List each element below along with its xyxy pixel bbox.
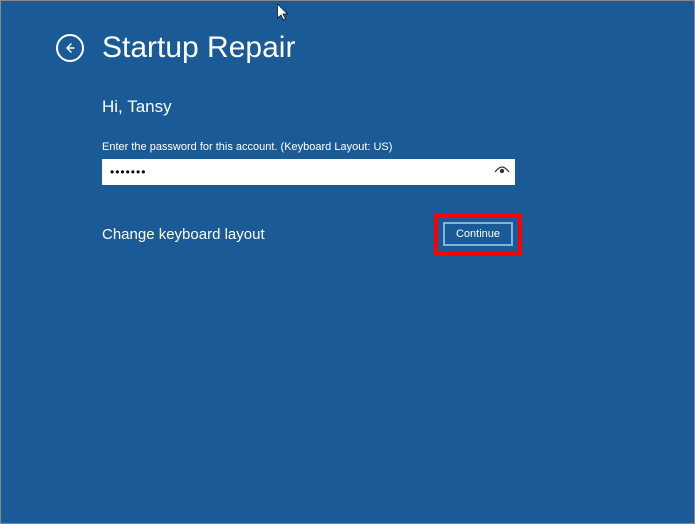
- password-input[interactable]: [102, 159, 489, 185]
- highlight-annotation: Continue: [434, 213, 522, 255]
- back-button[interactable]: [56, 34, 84, 62]
- password-instruction: Enter the password for this account. (Ke…: [102, 141, 694, 153]
- eye-icon: [494, 166, 510, 178]
- page-title: Startup Repair: [102, 31, 295, 65]
- back-arrow-icon: [64, 42, 76, 54]
- header: Startup Repair: [56, 31, 694, 65]
- password-field-container: [102, 159, 515, 185]
- reveal-password-button[interactable]: [489, 159, 515, 185]
- greeting-text: Hi, Tansy: [102, 97, 694, 117]
- change-keyboard-layout-link[interactable]: Change keyboard layout: [102, 226, 265, 243]
- continue-button[interactable]: Continue: [443, 222, 513, 246]
